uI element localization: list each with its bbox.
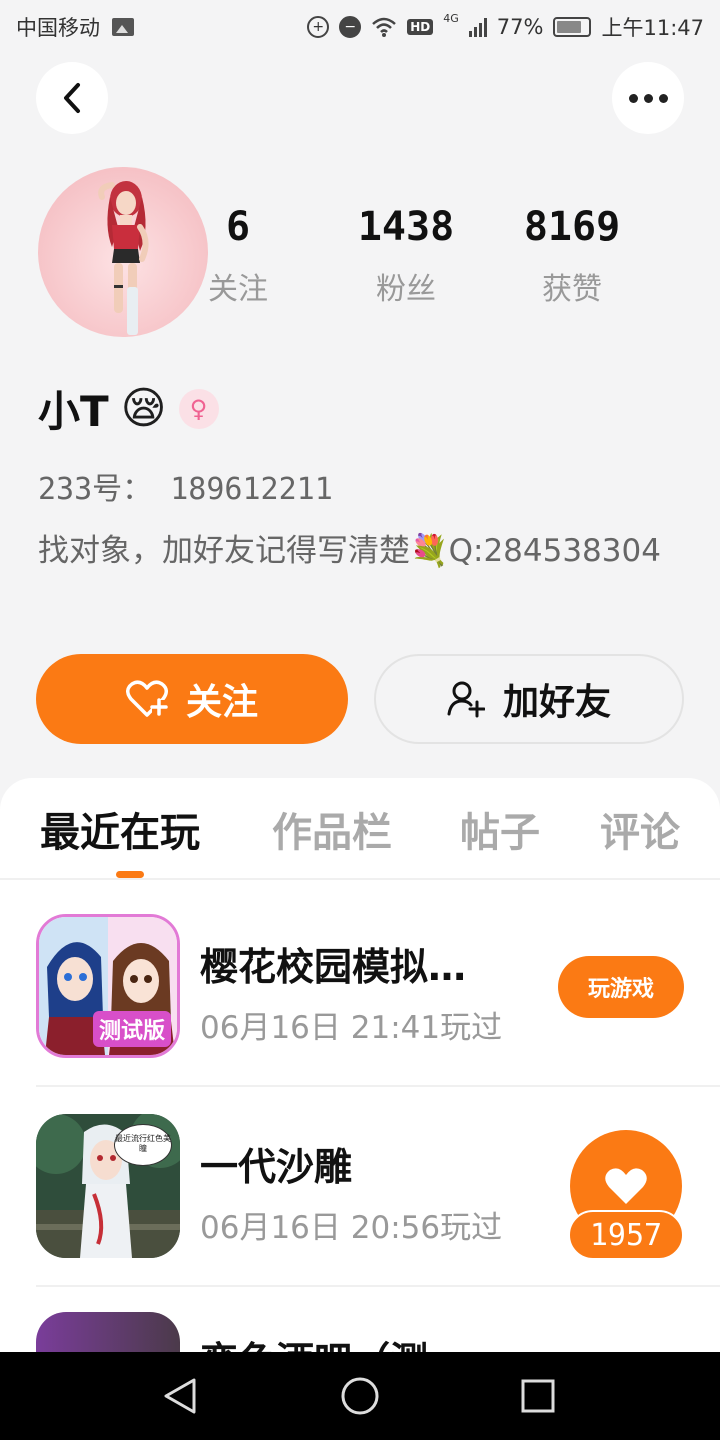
speech-bubble: 最近流行红色美瞳: [114, 1124, 172, 1166]
battery-icon: [553, 17, 592, 37]
game-title: 樱花校园模拟…: [200, 945, 467, 989]
follow-label: 关注: [185, 682, 258, 723]
list-item[interactable]: 测试版: [36, 914, 180, 1058]
likes-label: 获赞: [542, 272, 602, 307]
stat-following[interactable]: 6 关注: [178, 204, 298, 308]
like-float-button[interactable]: 1957: [558, 1130, 688, 1262]
fans-count: 1438: [357, 204, 455, 250]
hd-icon: HD: [407, 19, 434, 35]
game-icon-bar: [36, 1312, 180, 1352]
game-title: 变色酒吧（测: [200, 1330, 428, 1352]
clock: 上午11:47: [601, 16, 704, 40]
nav-home-icon[interactable]: [340, 1376, 380, 1416]
heart-icon: [605, 1168, 647, 1204]
username-row: 小T 😪 ♀: [38, 378, 219, 439]
signal-icon: [468, 17, 487, 37]
tab-works[interactable]: 作品栏: [272, 800, 392, 858]
row-divider: [36, 1285, 720, 1287]
tab-comments[interactable]: 评论: [600, 800, 680, 858]
game-icon-sakura: 测试版: [36, 914, 180, 1058]
speech-bubble-text: 最近流行红色美瞳: [115, 1134, 171, 1153]
list-item[interactable]: [36, 1312, 180, 1352]
wifi-icon: [372, 17, 397, 37]
status-bar: 中国移动 + − HD 4G 77% 上午11:47: [0, 0, 720, 52]
username: 小T: [38, 387, 109, 436]
chevron-left-icon: [64, 83, 80, 113]
profile-tabs: 最近在玩 作品栏 帖子 评论: [0, 800, 720, 878]
following-label: 关注: [208, 272, 268, 307]
like-count: 1957: [568, 1210, 684, 1260]
network-label: 4G: [443, 12, 459, 25]
user-id: 233号： 189612211: [38, 472, 333, 507]
add-user-icon: [447, 681, 485, 718]
game-played-time: 06月16日 21:41玩过: [200, 1010, 503, 1046]
data-saver-icon: +: [307, 16, 330, 38]
image-notification-icon: [112, 18, 134, 36]
name-emoji: 😪: [120, 383, 167, 434]
game-badge: 测试版: [92, 1011, 171, 1047]
tab-posts[interactable]: 帖子: [460, 800, 540, 858]
following-count: 6: [225, 204, 251, 250]
add-friend-button[interactable]: 加好友: [374, 654, 684, 744]
tabs-divider: [0, 878, 720, 880]
stat-fans[interactable]: 1438 粉丝: [346, 204, 466, 308]
play-game-button[interactable]: 玩游戏: [558, 956, 684, 1018]
back-button[interactable]: [36, 62, 108, 134]
carrier-label: 中国移动: [16, 16, 100, 40]
row-divider: [36, 1085, 720, 1087]
more-dots-icon: [628, 93, 668, 103]
nav-back-icon[interactable]: [160, 1376, 200, 1416]
game-icon-shadiao: 最近流行红色美瞳: [36, 1114, 180, 1258]
follow-button[interactable]: 关注: [36, 654, 348, 744]
user-bio: 找对象，加好友记得写清楚💐Q:284538304: [38, 533, 661, 569]
active-tab-indicator: [116, 871, 144, 878]
list-item[interactable]: 最近流行红色美瞳: [36, 1114, 180, 1258]
likes-count: 8169: [523, 204, 621, 250]
battery-percent: 77%: [496, 15, 544, 39]
game-title: 一代沙雕: [200, 1145, 353, 1189]
stat-likes[interactable]: 8169 获赞: [512, 204, 632, 308]
heart-plus-icon: [125, 680, 168, 717]
nav-recents-icon[interactable]: [520, 1378, 556, 1414]
fans-label: 粉丝: [376, 272, 436, 307]
add-friend-label: 加好友: [502, 682, 611, 723]
system-nav-bar: [0, 1352, 720, 1440]
female-gender-icon: ♀: [178, 388, 219, 429]
tab-recently-played[interactable]: 最近在玩: [40, 800, 200, 858]
game-played-time: 06月16日 20:56玩过: [200, 1210, 503, 1246]
more-button[interactable]: [612, 62, 684, 134]
do-not-disturb-icon: −: [339, 16, 362, 38]
